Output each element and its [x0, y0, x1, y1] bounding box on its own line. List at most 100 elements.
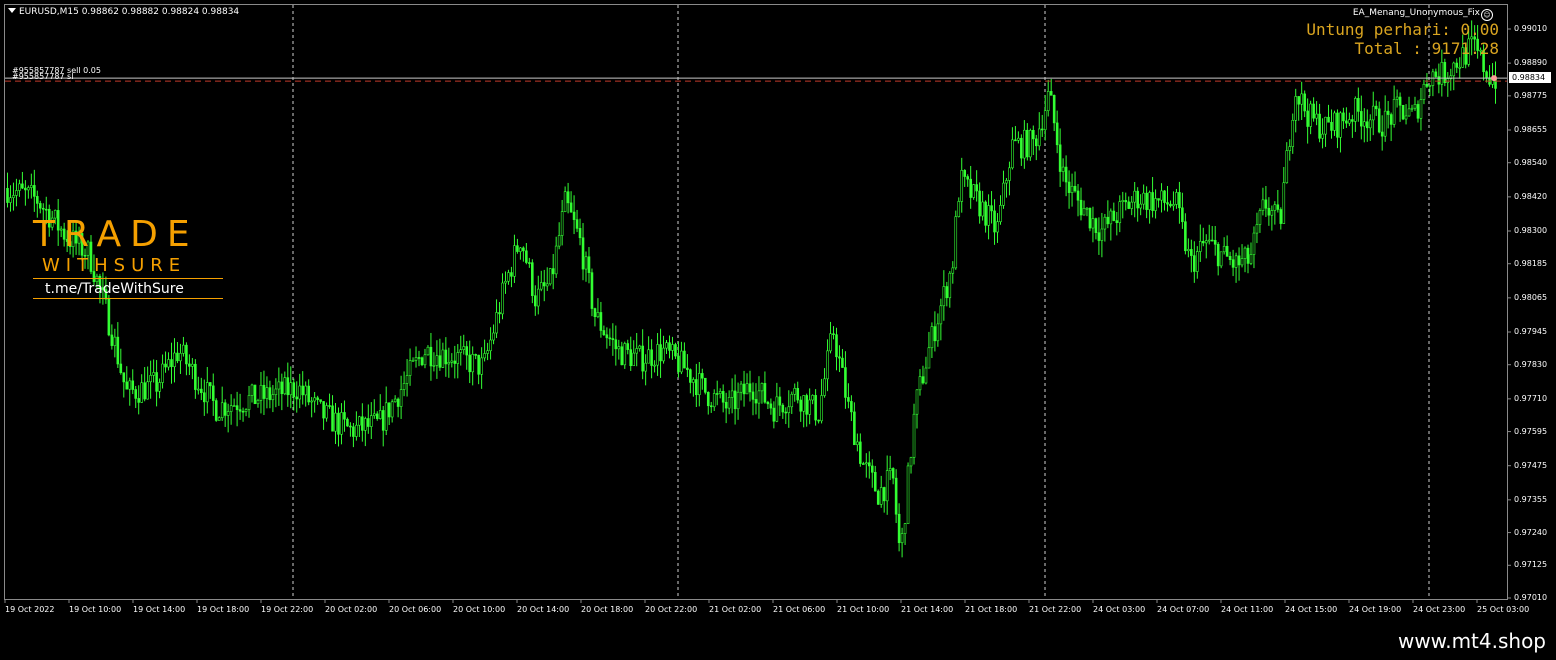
dropdown-triangle-icon[interactable] — [8, 8, 16, 13]
candle-body — [24, 187, 27, 191]
candle-body — [1363, 121, 1366, 127]
time-tick-label: 19 Oct 22:00 — [261, 605, 314, 614]
candle-body — [286, 377, 290, 396]
candle-body — [602, 330, 606, 336]
candle-body — [757, 390, 761, 404]
candle-body — [996, 221, 999, 233]
candle-body — [721, 391, 725, 403]
candle-body — [307, 385, 310, 403]
candle-body — [876, 490, 880, 505]
candle-body — [1130, 201, 1134, 209]
price-tick-label: 0.97830 — [1514, 359, 1548, 369]
candle-body — [337, 412, 340, 435]
candle-body — [176, 352, 179, 362]
watermark-divider-top — [33, 278, 223, 279]
candle-body — [1285, 150, 1289, 184]
candle-body — [1297, 96, 1300, 105]
candle-body — [698, 373, 701, 396]
candle-body — [575, 219, 579, 229]
candle-body — [116, 336, 120, 365]
candle-body — [1389, 114, 1393, 125]
candle-body — [677, 355, 680, 373]
candle-body — [1103, 216, 1107, 230]
candle-body — [313, 397, 316, 402]
candle-body — [873, 472, 877, 492]
candle-body — [1440, 62, 1444, 85]
candle-body — [411, 359, 415, 362]
candle-body — [659, 344, 662, 362]
candle-body — [1175, 192, 1178, 205]
candle-body — [444, 349, 448, 365]
candle-body — [1082, 208, 1086, 216]
ea-name-text: EA_Menang_Unonymous_Fix — [1352, 8, 1480, 18]
candle-body — [474, 354, 477, 356]
candle-body — [894, 477, 898, 515]
time-tick-label: 19 Oct 10:00 — [69, 605, 122, 614]
candle-body — [853, 411, 856, 446]
time-tick-label: 20 Oct 22:00 — [645, 605, 698, 614]
candle-body — [1255, 224, 1259, 234]
watermark-link[interactable]: t.me/TradeWithSure — [45, 280, 184, 298]
candle-body — [125, 381, 129, 390]
candle-body — [584, 256, 588, 270]
candle-body — [1148, 192, 1151, 210]
candle-body — [1306, 110, 1309, 127]
candle-body — [280, 381, 284, 395]
candle-body — [361, 416, 364, 431]
candle-body — [1225, 245, 1229, 257]
candle-body — [167, 359, 170, 368]
candle-body — [865, 462, 868, 465]
candle-body — [1413, 104, 1417, 109]
price-chart[interactable] — [0, 0, 1556, 622]
candle-body — [730, 390, 734, 398]
candle-body — [993, 210, 996, 233]
candle-body — [641, 345, 644, 372]
candle-body — [1145, 192, 1148, 210]
candle-body — [1279, 209, 1283, 224]
candle-body — [948, 272, 952, 299]
candle-body — [987, 205, 990, 226]
candle-body — [1333, 112, 1336, 131]
candle-body — [900, 533, 904, 544]
candle-body — [1088, 207, 1092, 229]
candle-body — [9, 197, 12, 203]
time-tick-label: 21 Oct 22:00 — [1029, 605, 1082, 614]
candle-body — [185, 344, 188, 365]
candle-body — [1213, 240, 1217, 245]
candle-body — [623, 343, 627, 366]
candle-body — [1193, 255, 1196, 272]
candle-body — [1181, 207, 1184, 223]
symbol-header: EURUSD,M15 0.98862 0.98882 0.98824 0.988… — [8, 7, 239, 18]
candle-body — [1210, 239, 1214, 242]
candle-body — [238, 409, 242, 412]
candle-body — [924, 367, 928, 384]
candle-body — [572, 211, 576, 220]
candle-body — [1142, 192, 1145, 205]
candle-body — [963, 170, 967, 177]
candle-body — [665, 342, 668, 349]
candle-body — [191, 363, 194, 367]
candle-body — [969, 178, 972, 198]
candle-body — [984, 201, 987, 226]
time-tick-label: 24 Oct 23:00 — [1413, 605, 1466, 614]
candle-body — [805, 395, 808, 415]
candle-body — [364, 418, 367, 431]
candle-body — [1380, 131, 1384, 137]
candle-body — [367, 418, 370, 427]
candle-body — [390, 401, 394, 418]
candle-body — [620, 346, 624, 366]
footer-site-text[interactable]: www.mt4.shop — [1398, 629, 1546, 653]
candle-body — [629, 349, 633, 367]
candle-body — [885, 470, 889, 502]
time-tick-label: 20 Oct 06:00 — [389, 605, 442, 614]
candle-body — [683, 350, 686, 369]
candle-body — [1076, 190, 1080, 201]
candle-body — [1124, 200, 1128, 203]
candle-body — [945, 286, 949, 299]
candle-body — [265, 387, 269, 399]
candle-body — [200, 388, 203, 394]
candle-body — [1100, 228, 1104, 241]
candle-body — [298, 385, 302, 400]
candle-body — [551, 268, 555, 275]
candle-body — [1216, 243, 1220, 267]
